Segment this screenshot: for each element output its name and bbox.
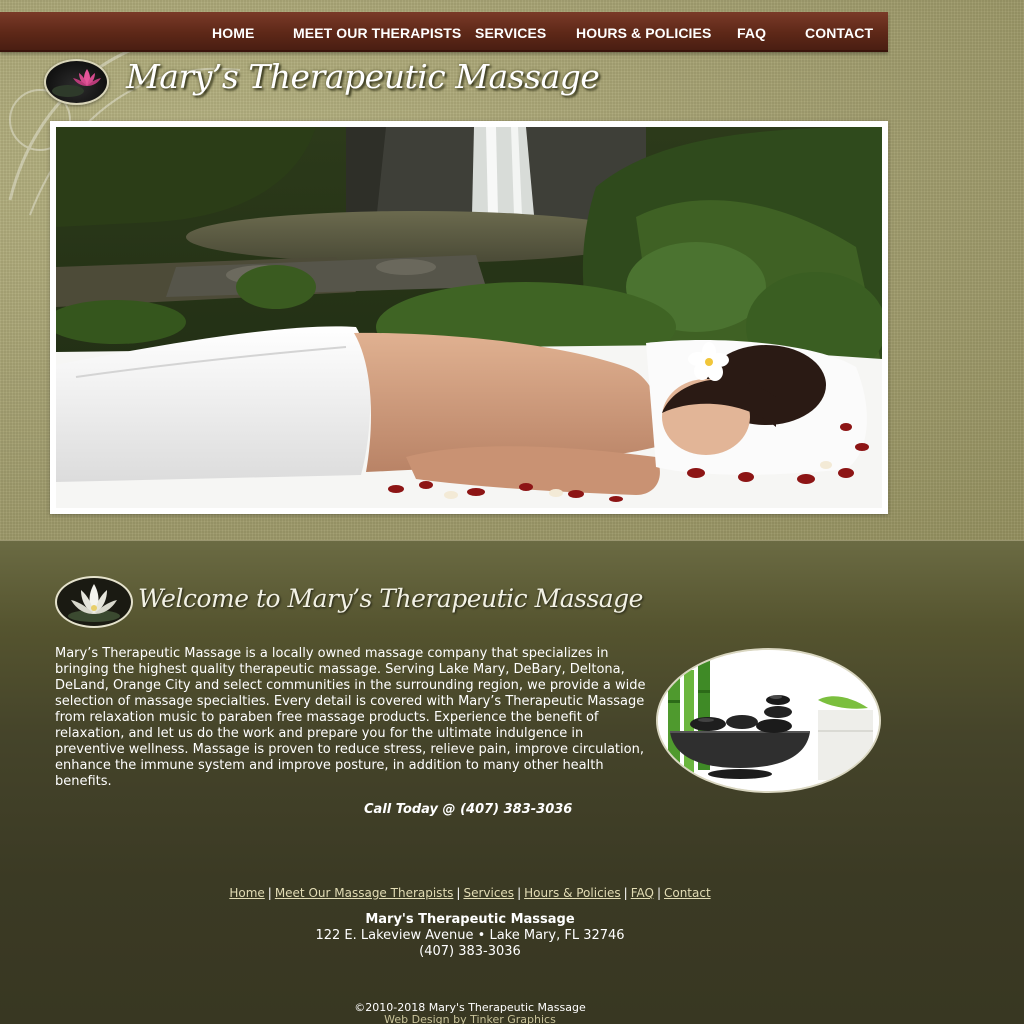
footer-business-name: Mary's Therapeutic Massage <box>365 912 575 927</box>
footer-separator: | <box>517 886 522 900</box>
footer-phone: (407) 383-3036 <box>419 944 521 959</box>
nav-faq[interactable]: FAQ <box>737 25 766 41</box>
footer-link-home[interactable]: Home <box>229 886 264 900</box>
footer-separator: | <box>267 886 272 900</box>
nav-home[interactable]: HOME <box>212 25 254 41</box>
nav-contact[interactable]: CONTACT <box>805 25 873 41</box>
spa-stones-illustration <box>658 650 879 791</box>
white-lotus-icon <box>68 584 120 622</box>
nav-hours-policies[interactable]: HOURS & POLICIES <box>576 25 711 41</box>
lotus-logo[interactable] <box>44 59 109 105</box>
footer-separator: | <box>623 886 628 900</box>
hero-spa-image <box>56 127 882 508</box>
main-nav: HOME MEET OUR THERAPISTS SERVICES HOURS … <box>0 12 888 52</box>
hero-image-frame <box>50 121 888 514</box>
footer-link-services[interactable]: Services <box>463 886 514 900</box>
footer-links: Home | Meet Our Massage Therapists | Service… <box>0 886 940 900</box>
nav-meet-our-therapists[interactable]: MEET OUR THERAPISTS <box>293 25 461 41</box>
site-title: Mary’s Therapeutic Massage <box>126 57 600 96</box>
footer-link-hours-policies[interactable]: Hours & Policies <box>524 886 621 900</box>
footer-link-contact[interactable]: Contact <box>664 886 711 900</box>
footer-link-faq[interactable]: FAQ <box>631 886 654 900</box>
white-lotus-badge <box>55 576 133 628</box>
welcome-paragraph: Mary’s Therapeutic Massage is a locally … <box>55 646 646 789</box>
nav-services[interactable]: SERVICES <box>475 25 546 41</box>
footer-address-block: Mary's Therapeutic Massage 122 E. Lakevi… <box>0 912 940 960</box>
call-today-phone: Call Today @ (407) 383-3036 <box>364 802 573 817</box>
footer-link-therapists[interactable]: Meet Our Massage Therapists <box>275 886 454 900</box>
welcome-heading: Welcome to Mary’s Therapeutic Massage <box>138 584 643 613</box>
hot-stones-image <box>656 648 881 793</box>
lotus-icon <box>52 69 101 97</box>
footer-street-address: 122 E. Lakeview Avenue • Lake Mary, FL 3… <box>315 928 625 943</box>
web-design-credit-link[interactable]: Web Design by Tinker Graphics <box>0 1014 940 1024</box>
footer-separator: | <box>656 886 661 900</box>
footer-separator: | <box>456 886 461 900</box>
